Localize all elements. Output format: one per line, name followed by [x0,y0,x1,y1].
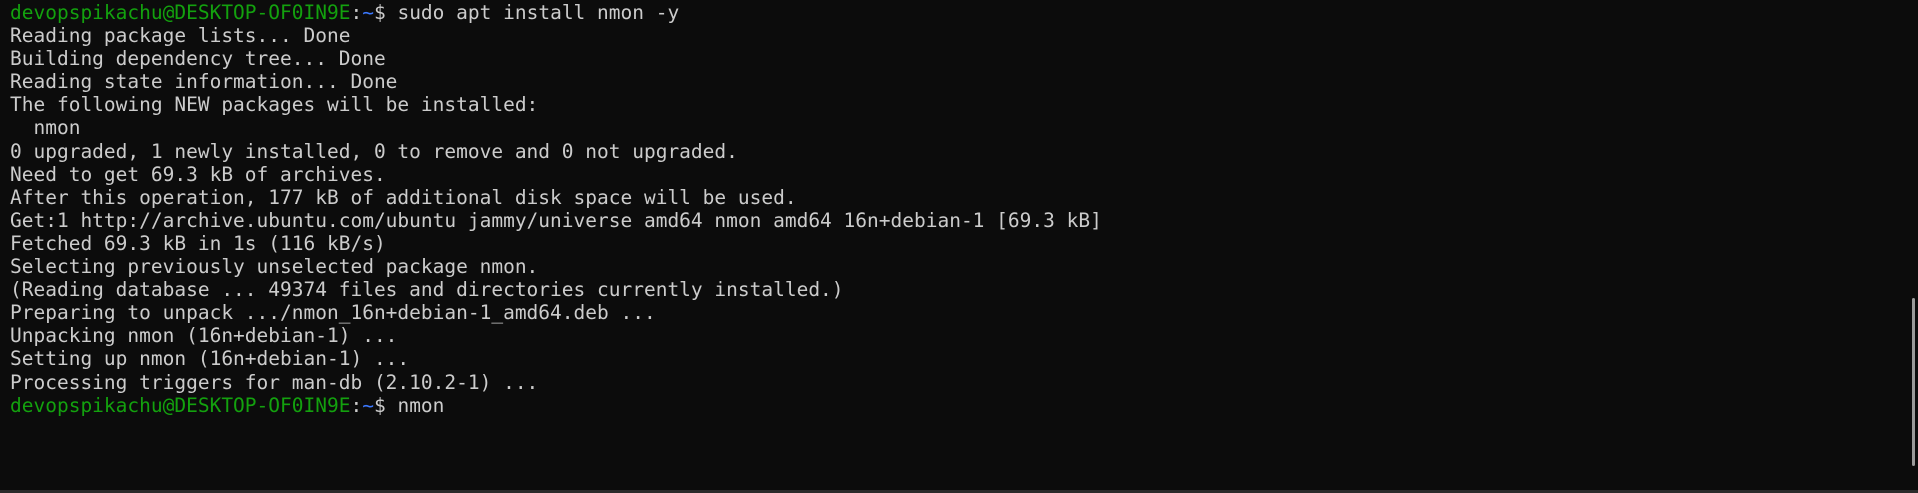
output-line: Building dependency tree... Done [10,47,386,71]
output-line: Reading package lists... Done [10,24,351,48]
scrollbar-thumb[interactable] [1912,298,1915,466]
prompt-separator: : [350,1,363,24]
output-line: After this operation, 177 kB of addition… [10,185,797,209]
prompt-symbol: $ [373,393,398,417]
prompt-user-host: devopspikachu@DESKTOP-OF0IN9E [10,1,351,24]
scrollbar[interactable] [1908,0,1918,493]
output-line: Fetched 69.3 kB in 1s (116 kB/s) [10,231,386,255]
prompt-path: ~ [362,393,374,417]
terminal-window[interactable]: devopspikachu@DESKTOP-OF0IN9E:~$ sudo ap… [0,0,1918,493]
output-line: Get:1 http://archive.ubuntu.com/ubuntu j… [10,208,1102,232]
output-line: Selecting previously unselected package … [10,255,539,279]
output-line: Setting up nmon (16n+debian-1) ... [10,347,410,371]
prompt-separator: : [350,393,363,417]
prompt-line[interactable]: devopspikachu@DESKTOP-OF0IN9E:~$ nmon [10,394,1918,417]
output-line: 0 upgraded, 1 newly installed, 0 to remo… [10,139,738,163]
output-line: Reading state information... Done [10,70,398,94]
output-line: Unpacking nmon (16n+debian-1) ... [10,324,398,348]
prompt-user-host: devopspikachu@DESKTOP-OF0IN9E [10,393,351,417]
command-text: sudo apt install nmon -y [397,1,680,24]
prompt-line: devopspikachu@DESKTOP-OF0IN9E:~$ sudo ap… [10,1,1918,24]
output-line: Processing triggers for man-db (2.10.2-1… [10,370,539,394]
output-line: The following NEW packages will be insta… [10,93,539,117]
output-line: Need to get 69.3 kB of archives. [10,162,386,186]
command-text: nmon [397,393,445,417]
prompt-path: ~ [362,1,374,24]
output-line: nmon [10,116,81,140]
output-line: (Reading database ... 49374 files and di… [10,278,844,302]
prompt-symbol: $ [373,1,398,24]
output-line: Preparing to unpack .../nmon_16n+debian-… [10,301,656,325]
